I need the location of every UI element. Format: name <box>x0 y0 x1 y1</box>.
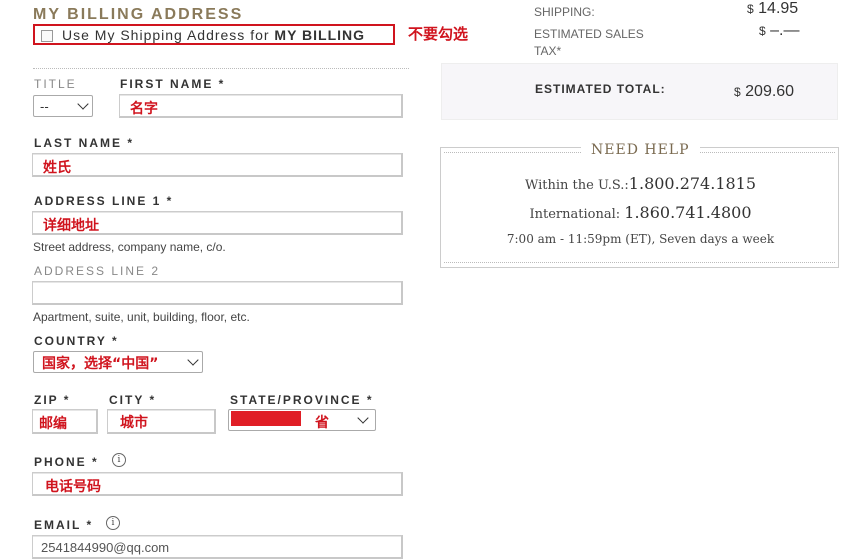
address2-hint: Apartment, suite, unit, building, floor,… <box>33 310 250 324</box>
divider <box>33 68 409 69</box>
first-name-field[interactable]: 名字 <box>119 94 403 118</box>
country-select[interactable]: 国家，选择“中国” <box>33 351 203 373</box>
last-name-label: LAST NAME * <box>34 136 134 150</box>
email-field[interactable]: 2541844990@qq.com <box>32 535 403 559</box>
help-bottom-rule <box>444 262 835 263</box>
address2-label: ADDRESS LINE 2 <box>34 264 161 278</box>
tax-label-line2: TAX* <box>534 44 562 58</box>
shipping-label: SHIPPING: <box>534 5 595 19</box>
address1-field[interactable]: 详细地址 <box>32 211 403 235</box>
zip-field[interactable]: 邮编 <box>32 409 98 434</box>
use-shipping-row[interactable]: Use My Shipping Address for MY BILLING <box>33 24 395 45</box>
chevron-down-icon <box>77 98 89 110</box>
tax-label-line1: ESTIMATED SALES <box>534 27 644 41</box>
total-label: ESTIMATED TOTAL: <box>535 82 666 96</box>
phone-value: 电话号码 <box>45 479 101 495</box>
billing-title: MY BILLING ADDRESS <box>33 6 244 23</box>
country-select-value: 国家，选择“中国” <box>42 356 159 372</box>
country-label: COUNTRY * <box>34 334 119 348</box>
use-shipping-label[interactable]: Use My Shipping Address for MY BILLING <box>62 27 365 43</box>
tax-value: $ –.— <box>759 22 800 39</box>
need-help-title: NEED HELP <box>581 142 700 158</box>
address1-value: 详细地址 <box>43 218 99 234</box>
address1-label: ADDRESS LINE 1 * <box>34 194 174 208</box>
city-field[interactable]: 城市 <box>107 409 216 434</box>
need-help-box: NEED HELP Within the U.S.:1.800.274.1815… <box>440 142 839 268</box>
info-icon[interactable]: i <box>106 516 120 530</box>
title-select-value: -- <box>40 99 49 114</box>
city-value: 城市 <box>120 415 148 431</box>
intl-phone-number[interactable]: 1.860.741.4800 <box>624 203 751 222</box>
title-label: TITLE <box>34 77 77 91</box>
help-us-line: Within the U.S.:1.800.274.1815 <box>524 174 757 193</box>
info-icon[interactable]: i <box>112 453 126 467</box>
address2-field[interactable] <box>32 281 403 305</box>
total-value: $ 209.60 <box>734 83 795 100</box>
zip-value: 邮编 <box>39 416 67 432</box>
state-label: STATE/PROVINCE * <box>230 393 374 407</box>
phone-field[interactable]: 电话号码 <box>32 472 403 496</box>
first-name-value: 名字 <box>130 101 158 117</box>
phone-label: PHONE * <box>34 455 99 469</box>
first-name-label: FIRST NAME * <box>120 77 226 91</box>
title-select[interactable]: -- <box>33 95 93 117</box>
state-redaction <box>231 411 301 426</box>
last-name-field[interactable]: 姓氏 <box>32 153 403 177</box>
last-name-value: 姓氏 <box>43 160 71 176</box>
shipping-value: $ 14.95 <box>747 0 799 17</box>
use-shipping-checkbox[interactable] <box>41 30 53 42</box>
state-select-value: 省 <box>315 415 329 431</box>
us-phone-number[interactable]: 1.800.274.1815 <box>629 174 756 193</box>
email-label: EMAIL * <box>34 518 94 532</box>
address1-hint: Street address, company name, c/o. <box>33 240 226 254</box>
chevron-down-icon <box>187 354 199 366</box>
zip-label: ZIP * <box>34 393 71 407</box>
annotation-no-check: 不要勾选 <box>408 25 469 43</box>
chevron-down-icon <box>357 412 369 424</box>
help-hours: 7:00 am - 11:59pm (ET), Seven days a wee… <box>506 232 775 246</box>
state-select[interactable]: 省 <box>228 409 376 431</box>
total-box: ESTIMATED TOTAL: $ 209.60 <box>441 63 838 120</box>
help-intl-line: International: 1.860.741.4800 <box>529 203 752 222</box>
city-label: CITY * <box>109 393 157 407</box>
